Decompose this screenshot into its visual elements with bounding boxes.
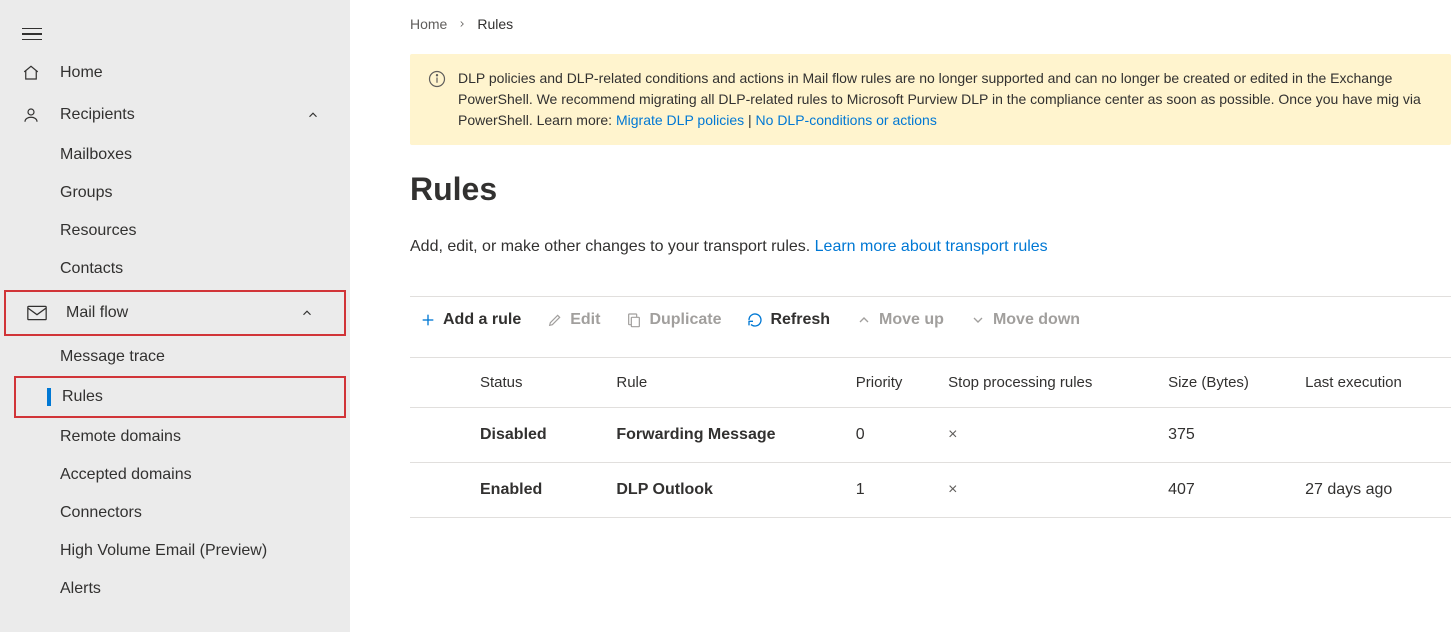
move-down-button[interactable]: Move down [970,311,1080,329]
cell-status: Enabled [410,463,604,518]
nav-sub-rules[interactable]: Rules [14,376,346,418]
table-row[interactable]: Disabled Forwarding Message 0 × 375 [410,408,1451,463]
col-last[interactable]: Last execution [1293,358,1451,408]
banner-text: DLP policies and DLP-related conditions … [458,68,1433,131]
person-icon [20,106,42,124]
col-stop[interactable]: Stop processing rules [936,358,1156,408]
refresh-icon [747,312,763,328]
nav-home[interactable]: Home [0,52,350,94]
sidebar: Home Recipients Mailboxes Groups Resourc… [0,0,350,632]
col-size[interactable]: Size (Bytes) [1156,358,1293,408]
chevron-down-icon [970,312,986,328]
chevron-right-icon [457,19,467,29]
rules-table: Status Rule Priority Stop processing rul… [410,357,1451,518]
cell-rule: Forwarding Message [604,408,843,463]
copy-icon [626,312,642,328]
cell-size: 407 [1156,463,1293,518]
breadcrumb-current: Rules [477,16,513,32]
info-banner: DLP policies and DLP-related conditions … [410,54,1451,145]
chevron-up-icon [856,312,872,328]
home-icon [20,64,42,82]
duplicate-button[interactable]: Duplicate [626,311,721,329]
plus-icon [420,312,436,328]
banner-link-no-dlp[interactable]: No DLP-conditions or actions [756,112,937,128]
nav-mailflow[interactable]: Mail flow [4,290,346,336]
cell-rule: DLP Outlook [604,463,843,518]
nav-sub-mailboxes[interactable]: Mailboxes [0,136,350,174]
edit-button[interactable]: Edit [547,311,600,329]
nav-sub-message-trace[interactable]: Message trace [0,338,350,376]
pencil-icon [547,312,563,328]
col-status[interactable]: Status [410,358,604,408]
cell-priority: 0 [844,408,936,463]
nav-sub-connectors[interactable]: Connectors [0,494,350,532]
cell-last: 27 days ago [1293,463,1451,518]
toolbar: Add a rule Edit Duplicate Refresh Move u… [410,296,1451,347]
nav-recipients[interactable]: Recipients [0,94,350,136]
nav-home-label: Home [60,64,103,82]
cell-status: Disabled [410,408,604,463]
nav-mailflow-label: Mail flow [66,304,128,322]
col-priority[interactable]: Priority [844,358,936,408]
hamburger-icon[interactable] [22,28,42,41]
nav-sub-resources[interactable]: Resources [0,212,350,250]
info-icon [428,70,446,131]
learn-more-link[interactable]: Learn more about transport rules [815,238,1048,255]
mail-icon [26,305,48,321]
col-rule[interactable]: Rule [604,358,843,408]
chevron-up-icon [300,306,314,320]
nav-sub-remote-domains[interactable]: Remote domains [0,418,350,456]
breadcrumb: Home Rules [410,16,1451,32]
refresh-button[interactable]: Refresh [747,311,830,329]
nav-sub-accepted-domains[interactable]: Accepted domains [0,456,350,494]
x-icon: × [948,481,957,498]
x-icon: × [948,426,957,443]
nav-sub-contacts[interactable]: Contacts [0,250,350,288]
nav-sub-groups[interactable]: Groups [0,174,350,212]
nav-recipients-label: Recipients [60,106,135,124]
move-up-button[interactable]: Move up [856,311,944,329]
cell-stop: × [936,463,1156,518]
banner-link-migrate[interactable]: Migrate DLP policies [616,112,744,128]
cell-last [1293,408,1451,463]
nav-sub-alerts[interactable]: Alerts [0,570,350,608]
page-description: Add, edit, or make other changes to your… [410,238,1451,256]
page-title: Rules [410,171,1451,208]
breadcrumb-home[interactable]: Home [410,16,447,32]
chevron-up-icon [306,108,320,122]
table-row[interactable]: Enabled DLP Outlook 1 × 407 27 days ago [410,463,1451,518]
cell-priority: 1 [844,463,936,518]
cell-size: 375 [1156,408,1293,463]
add-rule-button[interactable]: Add a rule [420,311,521,329]
main-content: Home Rules DLP policies and DLP-related … [350,0,1451,632]
cell-stop: × [936,408,1156,463]
table-header-row: Status Rule Priority Stop processing rul… [410,358,1451,408]
nav-sub-high-volume-email[interactable]: High Volume Email (Preview) [0,532,350,570]
